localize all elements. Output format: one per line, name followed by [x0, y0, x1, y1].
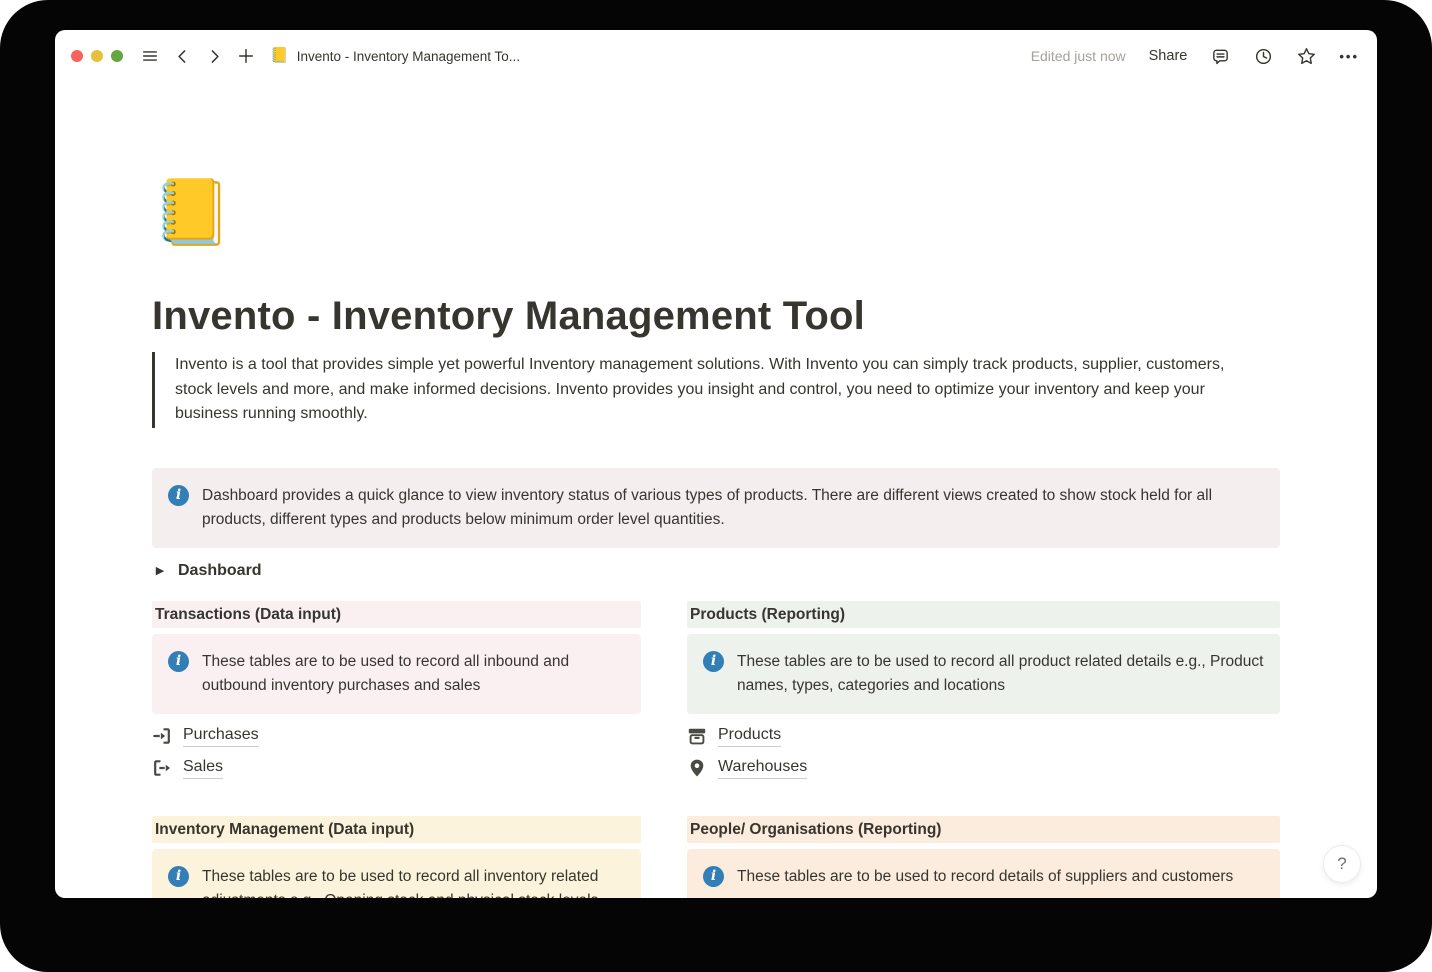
info-icon: i — [168, 866, 189, 887]
traffic-lights — [71, 50, 123, 62]
section-transactions: Transactions (Data input) i These tables… — [152, 601, 641, 780]
section-products-header: Products (Reporting) — [687, 601, 1280, 628]
notion-window: 📒 Invento - Inventory Management To... E… — [55, 30, 1377, 898]
toggle-collapsed-icon[interactable]: ▶ — [152, 564, 168, 577]
forward-icon[interactable] — [204, 46, 224, 66]
section-products: Products (Reporting) i These tables are … — [687, 601, 1280, 780]
purchases-link-label[interactable]: Purchases — [183, 724, 259, 747]
column-right: Products (Reporting) i These tables are … — [687, 601, 1280, 899]
inventory-callout: i These tables are to be used to record … — [152, 849, 641, 899]
columns-layout: Transactions (Data input) i These tables… — [152, 601, 1280, 899]
sales-link-label[interactable]: Sales — [183, 756, 223, 779]
people-callout: i These tables are to be used to record … — [687, 849, 1280, 899]
comments-icon[interactable] — [1210, 46, 1230, 66]
zoom-window-button[interactable] — [111, 50, 123, 62]
inventory-callout-text: These tables are to be used to record al… — [202, 865, 625, 899]
products-link-label[interactable]: Products — [718, 724, 781, 747]
doc-emoji-icon: 📒 — [270, 46, 289, 66]
info-icon: i — [703, 866, 724, 887]
exit-door-icon — [152, 758, 172, 778]
page-link-sales[interactable]: Sales — [152, 756, 223, 780]
new-page-icon[interactable] — [236, 46, 256, 66]
dashboard-info-text: Dashboard provides a quick glance to vie… — [202, 484, 1264, 532]
archive-box-icon — [687, 726, 707, 746]
section-transactions-header: Transactions (Data input) — [152, 601, 641, 628]
edited-status: Edited just now — [1031, 48, 1126, 64]
section-people-organisations: People/ Organisations (Reporting) i Thes… — [687, 816, 1280, 899]
location-pin-icon — [687, 758, 707, 778]
history-icon[interactable] — [1253, 46, 1273, 66]
dashboard-toggle[interactable]: ▶ Dashboard — [152, 558, 1280, 584]
info-icon: i — [168, 651, 189, 672]
back-icon[interactable] — [172, 46, 192, 66]
transactions-callout-text: These tables are to be used to record al… — [202, 650, 625, 698]
enter-door-icon — [152, 726, 172, 746]
section-inventory-header: Inventory Management (Data input) — [152, 816, 641, 843]
titlebar-actions: Edited just now Share — [1031, 46, 1359, 66]
doc-title: Invento - Inventory Management To... — [297, 49, 520, 64]
dashboard-info-callout: i Dashboard provides a quick glance to v… — [152, 468, 1280, 548]
warehouses-link-label[interactable]: Warehouses — [718, 756, 807, 779]
sidebar-menu-icon[interactable] — [140, 46, 160, 66]
share-button[interactable]: Share — [1149, 48, 1188, 64]
products-callout-text: These tables are to be used to record al… — [737, 650, 1264, 698]
minimize-window-button[interactable] — [91, 50, 103, 62]
page-title: Invento - Inventory Management Tool — [152, 292, 1280, 340]
breadcrumb[interactable]: 📒 Invento - Inventory Management To... — [270, 46, 520, 66]
section-people-header: People/ Organisations (Reporting) — [687, 816, 1280, 843]
page-content: 📒 Invento - Inventory Management Tool In… — [152, 175, 1280, 898]
more-icon[interactable]: ••• — [1339, 49, 1359, 64]
close-window-button[interactable] — [71, 50, 83, 62]
desktop-background: 📒 Invento - Inventory Management To... E… — [0, 0, 1432, 972]
transactions-links: Purchases Sales — [152, 724, 641, 780]
intro-quote: Invento is a tool that provides simple y… — [152, 352, 1262, 428]
help-button[interactable]: ? — [1323, 845, 1361, 883]
titlebar: 📒 Invento - Inventory Management To... E… — [55, 30, 1377, 82]
favorite-star-icon[interactable] — [1296, 46, 1316, 66]
info-icon: i — [168, 485, 189, 506]
transactions-callout: i These tables are to be used to record … — [152, 634, 641, 714]
nav-controls — [140, 46, 256, 66]
products-links: Products Warehouses — [687, 724, 1280, 780]
section-inventory-management: Inventory Management (Data input) i Thes… — [152, 816, 641, 899]
page-link-warehouses[interactable]: Warehouses — [687, 756, 807, 780]
dashboard-toggle-label: Dashboard — [178, 562, 262, 580]
column-left: Transactions (Data input) i These tables… — [152, 601, 641, 899]
page-link-purchases[interactable]: Purchases — [152, 724, 259, 748]
page-icon[interactable]: 📒 — [152, 175, 232, 250]
info-icon: i — [703, 651, 724, 672]
people-callout-text: These tables are to be used to record de… — [737, 865, 1233, 889]
products-callout: i These tables are to be used to record … — [687, 634, 1280, 714]
page-link-products[interactable]: Products — [687, 724, 781, 748]
